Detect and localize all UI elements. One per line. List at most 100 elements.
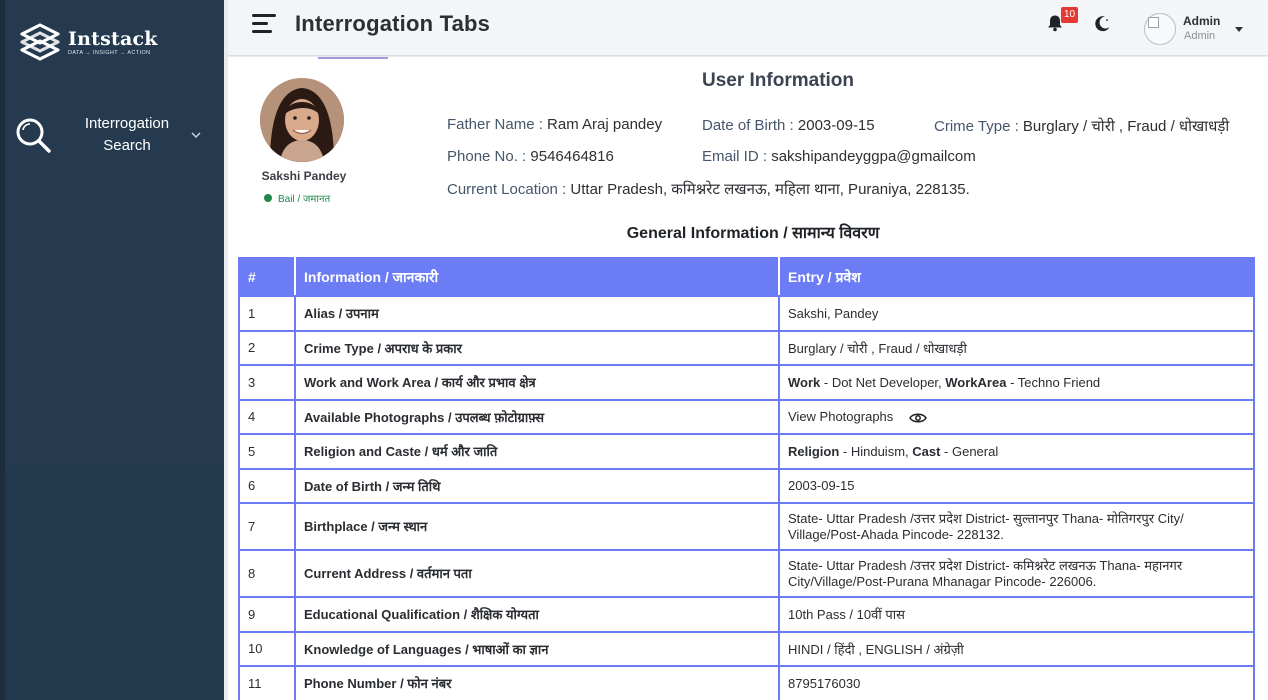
row-info: Religion and Caste / धर्म और जाति	[294, 433, 780, 470]
avatar[interactable]	[1144, 13, 1176, 45]
row-entry: 10th Pass / 10वीं पास	[778, 596, 1255, 633]
brand-name: Intstack	[68, 27, 158, 50]
main-content: Sakshi Pandey Bail / जमानत User Informat…	[228, 57, 1268, 700]
workarea-key: WorkArea	[945, 374, 1007, 390]
row-number: 8	[238, 549, 296, 598]
table-row: 2 Crime Type / अपराध के प्रकार Burglary …	[238, 329, 1255, 366]
row-info: Available Photographs / उपलब्ध फ़ोटोग्रा…	[294, 398, 780, 435]
chevron-down-icon[interactable]	[190, 129, 202, 141]
search-icon	[16, 118, 51, 153]
table-row: 1 Alias / उपनाम Sakshi, Pandey	[238, 295, 1255, 332]
email-field: Email ID : sakshipandeyggpa@gmailcom	[702, 148, 976, 165]
location-field: Current Location : Uttar Pradesh, कमिश्न…	[447, 179, 970, 199]
row-entry: Religion - Hinduism, Cast - General	[778, 433, 1255, 470]
general-info-title: General Information / सामान्य विवरण	[626, 225, 880, 242]
notification-badge: 10	[1061, 7, 1079, 23]
crime-type-label: Crime Type :	[934, 118, 1019, 135]
row-number: 4	[238, 398, 296, 435]
workarea-value: - Techno Friend	[1006, 374, 1101, 390]
column-header-information: Information / जानकारी	[294, 257, 780, 297]
phone-field: Phone No. : 9546464816	[447, 148, 614, 165]
crime-type-field: Crime Type : Burglary / चोरी , Fraud / ध…	[934, 116, 1229, 136]
user-info-title: User Information	[702, 70, 855, 91]
brand-tagline: DATA → INSIGHT → ACTION	[68, 49, 151, 56]
caste-value: - General	[940, 443, 999, 459]
row-entry: HINDI / हिंदी , ENGLISH / अंग्रेज़ी	[778, 630, 1255, 667]
row-info: Work and Work Area / कार्य और प्रभाव क्ष…	[294, 364, 780, 401]
view-photographs-link[interactable]: View Photographs	[788, 409, 893, 424]
work-key: Work	[788, 374, 821, 390]
sidebar-item-label-line1: Interrogation	[84, 115, 170, 132]
row-number: 10	[238, 630, 296, 667]
row-info: Phone Number / फोन नंबर	[294, 665, 780, 700]
column-header-entry: Entry / प्रवेश	[778, 257, 1255, 297]
row-number: 5	[238, 433, 296, 470]
row-info: Date of Birth / जन्म तिथि	[294, 467, 780, 504]
sidebar-lower-panel	[5, 466, 224, 700]
row-number: 1	[238, 295, 296, 332]
row-number: 6	[238, 467, 296, 504]
row-entry: Burglary / चोरी , Fraud / धोखाधड़ी	[778, 329, 1255, 366]
tab-indicator	[318, 57, 388, 59]
phone-value: 9546464816	[530, 148, 614, 165]
row-entry: 8795176030	[778, 665, 1255, 700]
brand-logo[interactable]: Intstack DATA → INSIGHT → ACTION	[16, 20, 158, 64]
logo-icon	[20, 23, 60, 61]
row-entry: View Photographs	[778, 398, 1255, 435]
row-entry: State- Uttar Pradesh /उत्तर प्रदेश Distr…	[778, 549, 1255, 598]
eye-icon[interactable]	[909, 412, 927, 424]
menu-toggle-icon[interactable]	[252, 14, 276, 36]
work-value: - Dot Net Developer,	[820, 374, 946, 390]
email-label: Email ID :	[702, 148, 768, 165]
column-header-number: #	[238, 257, 296, 297]
person-photo-icon	[260, 78, 344, 162]
religion-key: Religion	[788, 443, 840, 459]
caret-down-icon[interactable]	[1235, 27, 1243, 32]
sidebar-item-interrogation-search[interactable]: Interrogation Search	[14, 112, 214, 158]
user-role: Admin	[1184, 30, 1216, 42]
religion-value: - Hinduism,	[839, 443, 913, 459]
father-name-value: Ram Araj pandey	[547, 116, 663, 133]
father-name-label: Father Name :	[447, 116, 543, 133]
status-badge: Bail / जमानत	[264, 191, 330, 205]
table-row: 11 Phone Number / फोन नंबर 8795176030	[238, 665, 1255, 700]
row-number: 2	[238, 329, 296, 366]
father-name-field: Father Name : Ram Araj pandey	[447, 116, 662, 133]
profile-photo	[260, 78, 344, 162]
status-dot-icon	[264, 194, 272, 202]
sidebar: Intstack DATA → INSIGHT → ACTION Interro…	[0, 0, 224, 700]
dob-value: 2003-09-15	[797, 117, 875, 134]
row-entry: State- Uttar Pradesh /उत्तर प्रदेश Distr…	[778, 502, 1255, 551]
table-header-row: # Information / जानकारी Entry / प्रवेश	[238, 257, 1255, 297]
table-row: 4 Available Photographs / उपलब्ध फ़ोटोग्…	[238, 398, 1255, 435]
dark-mode-icon[interactable]	[1094, 15, 1111, 32]
row-entry: Sakshi, Pandey	[778, 295, 1255, 332]
table-row: 8 Current Address / वर्तमान पता State- U…	[238, 549, 1255, 598]
table-row: 5 Religion and Caste / धर्म और जाति Reli…	[238, 433, 1255, 470]
user-name[interactable]: Admin	[1183, 14, 1220, 28]
address-line1: State- Uttar Pradesh /उत्तर प्रदेश Distr…	[788, 557, 1183, 573]
profile-name: Sakshi Pandey	[261, 169, 347, 183]
general-info-table: # Information / जानकारी Entry / प्रवेश 1…	[238, 257, 1255, 700]
address-line2: City/Village/Post-Purana Mhanagar Pincod…	[788, 573, 1097, 589]
row-entry: 2003-09-15	[778, 467, 1255, 504]
row-number: 3	[238, 364, 296, 401]
birthplace-line2: Village/Post-Ahada Pincode- 228132.	[788, 526, 1004, 542]
row-number: 7	[238, 502, 296, 551]
status-label: Bail / जमानत	[278, 194, 331, 205]
location-label: Current Location :	[447, 181, 567, 198]
table-row: 10 Knowledge of Languages / भाषाओं का ज्…	[238, 630, 1255, 667]
location-value: Uttar Pradesh, कमिश्नरेट लखनऊ, महिला थान…	[570, 181, 970, 198]
table-row: 9 Educational Qualification / शैक्षिक यो…	[238, 596, 1255, 633]
row-info: Knowledge of Languages / भाषाओं का ज्ञान	[294, 630, 780, 667]
top-header: Interrogation Tabs 10 Admin Admin	[228, 0, 1268, 56]
phone-label: Phone No. :	[447, 148, 527, 165]
row-entry: Work - Dot Net Developer, WorkArea - Tec…	[778, 364, 1255, 401]
sidebar-item-label-line2: Search	[103, 137, 151, 154]
table-row: 6 Date of Birth / जन्म तिथि 2003-09-15	[238, 467, 1255, 504]
row-info: Birthplace / जन्म स्थान	[294, 502, 780, 551]
row-info: Current Address / वर्तमान पता	[294, 549, 780, 598]
crime-type-value: Burglary / चोरी , Fraud / धोखाधड़ी	[1022, 118, 1230, 135]
caste-key: Cast	[912, 443, 941, 459]
row-info: Alias / उपनाम	[294, 295, 780, 332]
